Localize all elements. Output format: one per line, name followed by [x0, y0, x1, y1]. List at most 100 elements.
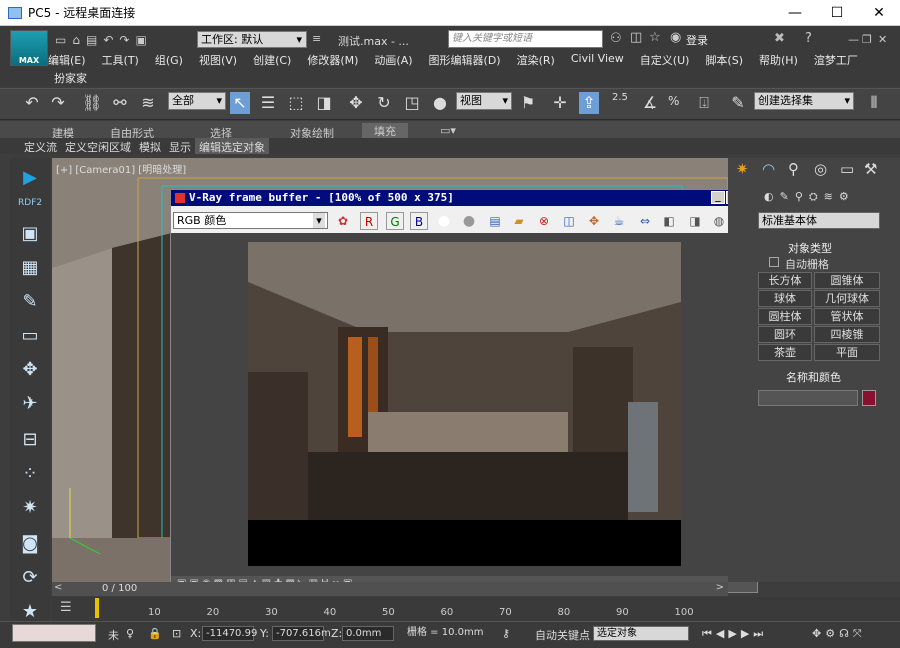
mono-channel-icon[interactable]: ● — [460, 212, 478, 230]
spinner-snap-icon[interactable]: ⍗ — [694, 92, 714, 114]
object-type-button[interactable]: 四棱锥 — [814, 326, 880, 343]
hierarchy-tab-icon[interactable]: ⚲ — [788, 160, 799, 178]
clear-image-icon[interactable]: ⊗ — [535, 212, 553, 230]
selection-filter-select[interactable]: 全部 — [168, 92, 226, 110]
isolate-icon[interactable]: ♀ — [126, 627, 134, 640]
ribbon-tab[interactable]: 填充 — [362, 123, 408, 139]
channel-select[interactable]: RGB 颜色 — [173, 212, 328, 229]
timeline-next-icon[interactable]: > — [716, 582, 724, 593]
vray-minimize-button[interactable]: _ — [711, 191, 725, 204]
menu-item[interactable]: 创建(C) — [245, 52, 299, 68]
named-selection-set-select[interactable]: 创建选择集 — [754, 92, 854, 110]
image-icon[interactable]: ▣ — [18, 222, 42, 246]
binoculars-icon[interactable]: ⚇ — [610, 31, 622, 46]
favorites-icon[interactable]: ☆ — [649, 30, 661, 45]
percent-snap-label[interactable]: % — [668, 94, 679, 108]
category-select[interactable]: 标准基本体 — [758, 212, 880, 229]
monitor-icon[interactable]: ▭ — [18, 324, 42, 348]
lock-icon[interactable]: 🔒 — [148, 627, 162, 640]
render-last-icon[interactable]: ☕ — [610, 212, 628, 230]
timeline-prev-icon[interactable]: < — [54, 582, 62, 593]
open-file-icon[interactable]: ⌂ — [72, 33, 80, 47]
playback-controls[interactable]: ⏮◀▶▶⏭ — [702, 627, 767, 641]
login-button[interactable]: 登录 — [686, 32, 708, 48]
move-icon[interactable]: ✥ — [346, 92, 366, 114]
rotate-icon[interactable]: ↻ — [374, 92, 394, 114]
stop-render-icon[interactable]: ◍ — [710, 212, 728, 230]
menu-item[interactable]: 自定义(U) — [632, 52, 698, 68]
object-type-button[interactable]: 管状体 — [814, 308, 880, 325]
undo-icon[interactable]: ↶ — [103, 33, 113, 47]
move-arrows-icon[interactable]: ✥ — [18, 358, 42, 382]
ribbon-subtab[interactable]: 模拟 — [135, 138, 165, 154]
mirror-icon[interactable]: ⫴ — [864, 92, 884, 114]
x-coordinate-input[interactable]: -11470.99 — [202, 626, 257, 641]
menu-item[interactable]: 动画(A) — [366, 52, 420, 68]
object-type-button[interactable]: 圆锥体 — [814, 272, 880, 289]
save-icon[interactable]: ▤ — [86, 33, 97, 47]
redo-tool-icon[interactable]: ↷ — [48, 92, 68, 114]
help-icon[interactable]: ? — [805, 31, 812, 46]
object-type-button[interactable]: 球体 — [758, 290, 812, 307]
link-icon[interactable]: ⛓ — [82, 92, 102, 114]
unlink-icon[interactable]: ⚯ — [110, 92, 130, 114]
utilities-tab-icon[interactable]: ⚒ — [864, 160, 877, 178]
track-mouse-icon[interactable]: ✥ — [585, 212, 603, 230]
viewport-label[interactable]: [+] [Camera01] [明暗处理] — [56, 161, 186, 176]
menu-item[interactable]: 帮助(H) — [751, 52, 806, 68]
modify-tab-icon[interactable]: ◠ — [762, 160, 775, 178]
region-render-icon[interactable]: ⇔ — [636, 212, 654, 230]
object-color-swatch[interactable] — [862, 390, 876, 406]
menu-item[interactable]: 渲梦工厂 — [806, 52, 866, 68]
name-color-header[interactable]: 名称和颜色 — [786, 369, 841, 385]
z-coordinate-input[interactable]: 0.0mm — [342, 626, 394, 641]
object-type-button[interactable]: 圆环 — [758, 326, 812, 343]
app-restore-icon[interactable]: ❐ — [862, 33, 872, 46]
inbox-icon[interactable]: ⊟ — [18, 428, 42, 452]
blue-channel-button[interactable]: B — [410, 212, 428, 230]
object-type-button[interactable]: 圆柱体 — [758, 308, 812, 325]
menu-item[interactable]: 工具(T) — [94, 52, 147, 68]
ribbon-subtab[interactable]: 显示 — [165, 138, 195, 154]
airplane-icon[interactable]: ✈ — [18, 392, 42, 416]
exchange-icon[interactable]: ✖ — [774, 31, 785, 46]
edit-icon[interactable]: ✎ — [18, 290, 42, 314]
duplicate-to-max-icon[interactable]: ◫ — [560, 212, 578, 230]
track-bar-menu-icon[interactable]: ☰ — [60, 600, 72, 615]
ribbon-subtab[interactable]: 定义空闲区域 — [61, 138, 135, 154]
viewport-navigation-icons[interactable]: ✥⚙☊⤧ — [812, 627, 866, 641]
camera-icon[interactable]: ◙ — [18, 532, 42, 556]
compare-b-icon[interactable]: ◨ — [686, 212, 704, 230]
object-type-button[interactable]: 几何球体 — [814, 290, 880, 307]
settings-icon[interactable]: ✷ — [18, 496, 42, 520]
color-channels-icon[interactable]: ✿ — [334, 212, 352, 230]
menu-item[interactable]: 扮家家 — [46, 70, 95, 86]
new-file-icon[interactable]: ▭ — [55, 33, 66, 47]
reference-coordinate-select[interactable]: 视图 — [456, 92, 512, 110]
workspace-select[interactable]: 工作区: 默认 — [197, 31, 307, 48]
object-type-button[interactable]: 平面 — [814, 344, 880, 361]
menu-item[interactable]: 修改器(M) — [299, 52, 366, 68]
app-minimize-icon[interactable]: — — [848, 33, 859, 46]
red-channel-button[interactable]: R — [360, 212, 378, 230]
subscription-icon[interactable]: ◫ — [630, 30, 642, 45]
sync-icon[interactable]: ⟳ — [18, 566, 42, 590]
green-channel-button[interactable]: G — [386, 212, 404, 230]
ribbon-subtab[interactable]: 编辑选定对象 — [195, 138, 269, 154]
search-input[interactable]: 键入关键字或短语 — [448, 30, 603, 48]
track-bar[interactable] — [52, 597, 900, 621]
time-slider-handle[interactable] — [95, 598, 99, 618]
menu-expand-icon[interactable]: ≡ — [312, 32, 321, 45]
object-type-button[interactable]: 长方体 — [758, 272, 812, 289]
menu-item[interactable]: 视图(V) — [191, 52, 245, 68]
apps-icon[interactable]: ⁘ — [18, 462, 42, 486]
display-tab-icon[interactable]: ▭ — [840, 160, 854, 178]
close-button[interactable]: ✕ — [858, 0, 900, 26]
maxscript-listener[interactable] — [12, 624, 96, 642]
object-type-header[interactable]: 对象类型 — [788, 240, 832, 256]
y-coordinate-input[interactable]: -707.616m — [272, 626, 331, 641]
compare-a-icon[interactable]: ◧ — [660, 212, 678, 230]
menu-item[interactable]: 组(G) — [147, 52, 191, 68]
angle-snap-icon[interactable]: ∡ — [640, 92, 660, 114]
object-type-button[interactable]: 茶壶 — [758, 344, 812, 361]
